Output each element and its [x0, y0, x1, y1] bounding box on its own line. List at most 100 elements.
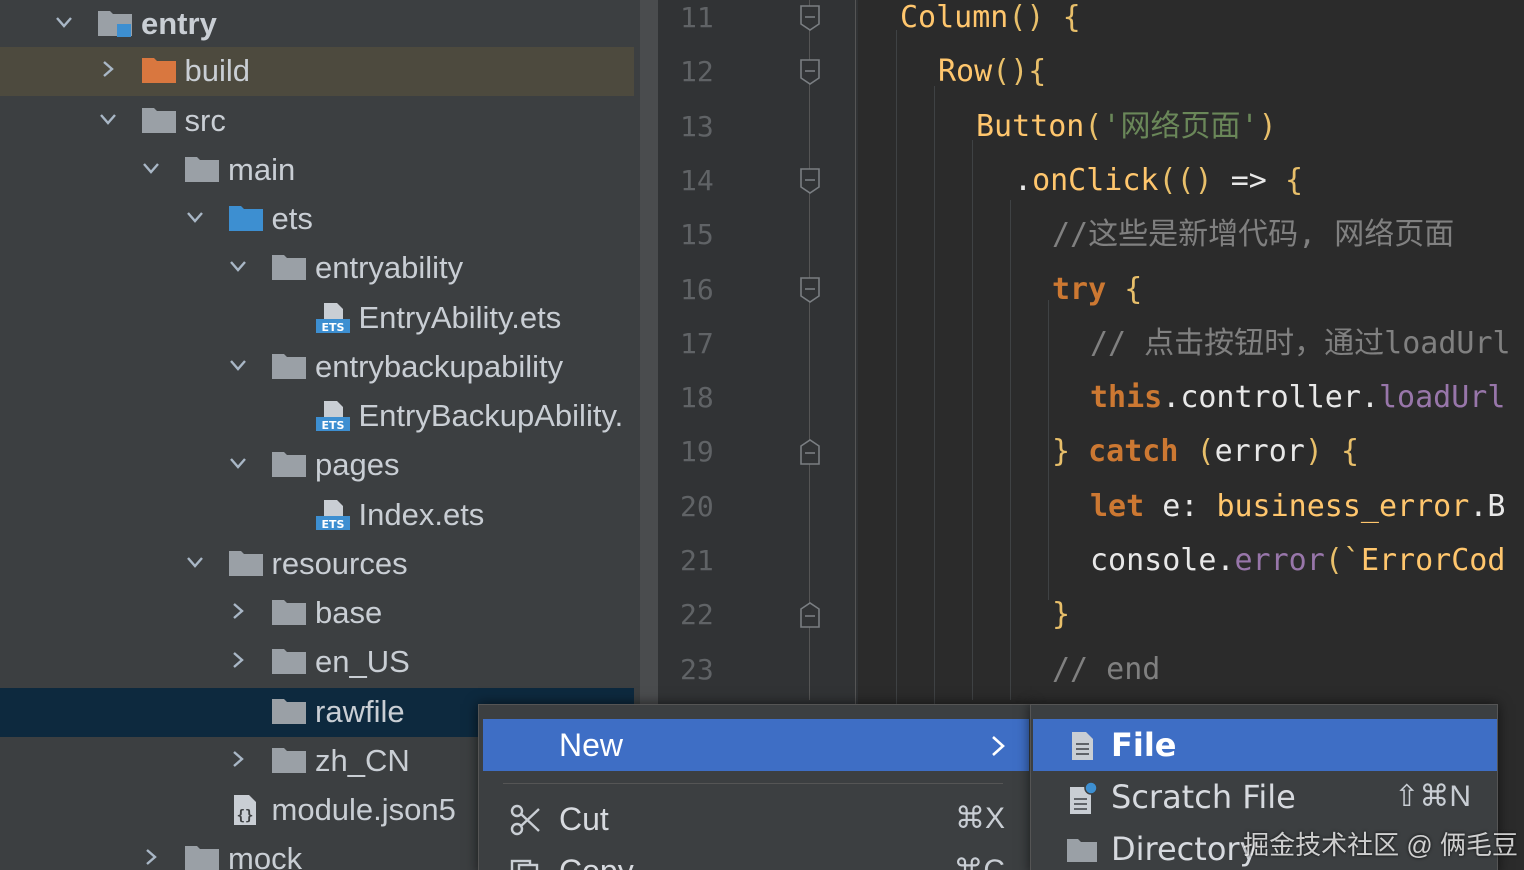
line-number: 16 — [680, 272, 714, 306]
code-token: Row — [938, 54, 993, 90]
folder-icon — [141, 105, 177, 135]
chevron-down-icon[interactable] — [181, 548, 209, 576]
indent-guide — [1010, 200, 1011, 700]
tree-item-entry[interactable]: entry — [0, 0, 634, 49]
fold-marker-icon[interactable] — [799, 4, 821, 32]
code-line: } — [1052, 597, 1070, 633]
folder-icon — [184, 843, 220, 870]
tree-item-pages[interactable]: pages — [0, 441, 634, 490]
svg-text:ETS: ETS — [321, 419, 344, 432]
code-token: . — [1216, 543, 1235, 578]
code-token: Button — [976, 108, 1085, 144]
code-line: // 点击按钮时，通过loadUrl — [1090, 326, 1511, 362]
tree-item-resources[interactable]: resources — [0, 540, 634, 589]
chevron-down-icon[interactable] — [94, 105, 122, 133]
code-token: onClick — [1032, 162, 1159, 198]
code-token: try — [1052, 271, 1125, 307]
line-number: 21 — [680, 544, 714, 577]
chevron-right-icon[interactable] — [224, 597, 252, 625]
code-token: ) — [1304, 434, 1341, 470]
code-line: // end — [1052, 652, 1160, 688]
fold-marker-icon[interactable] — [799, 58, 821, 86]
code-token: => — [1230, 162, 1285, 198]
chevron-right-icon[interactable] — [94, 55, 122, 83]
tree-item-ets[interactable]: ets — [0, 195, 634, 244]
folder-icon — [271, 351, 307, 381]
code-token: e — [1162, 488, 1181, 524]
chevron-right-icon[interactable] — [224, 646, 252, 674]
fold-marker-icon[interactable] — [799, 276, 821, 304]
code-line: Button('网络页面') — [976, 109, 1277, 145]
line-number: 12 — [680, 55, 714, 89]
tree-item-label: src — [184, 103, 226, 138]
tree-item-label: pages — [315, 447, 400, 482]
code-token: { — [1124, 271, 1143, 307]
fold-marker-icon[interactable] — [799, 601, 821, 629]
tree-item-entryability[interactable]: entryability — [0, 244, 634, 293]
menu-item-cut[interactable]: Cut ⌘X — [483, 793, 1029, 845]
tree-item-base[interactable]: base — [0, 589, 634, 638]
context-menu: New Cut ⌘X Copy ⌘C — [478, 704, 1032, 870]
code-token: { — [1284, 162, 1303, 198]
code-token: ( — [1084, 108, 1103, 144]
code-token: . — [1014, 162, 1033, 198]
tree-item-src[interactable]: src — [0, 97, 634, 146]
shortcut-label: ⇧⌘N — [1394, 780, 1471, 813]
code-token: { — [1341, 434, 1360, 470]
line-number: 23 — [680, 652, 714, 686]
line-number: 15 — [680, 218, 714, 252]
copy-icon — [509, 855, 543, 870]
folder-icon — [271, 745, 307, 775]
menu-item-copy[interactable]: Copy ⌘C — [483, 845, 1029, 870]
tree-item-label: main — [228, 152, 296, 187]
chevron-down-icon[interactable] — [224, 449, 252, 477]
code-line: let e: business_error.B — [1090, 489, 1505, 525]
fold-marker-icon[interactable] — [799, 167, 821, 195]
tree-item-label: EntryAbility.ets — [358, 300, 562, 335]
tree-item-build[interactable]: build — [0, 47, 634, 96]
submenu-item-file[interactable]: File — [1033, 719, 1497, 771]
line-number: 17 — [680, 326, 714, 360]
code-token: // end — [1052, 651, 1161, 687]
ets-file-icon: ETS — [315, 302, 351, 334]
menu-item-label: Copy — [559, 853, 634, 870]
chevron-down-icon[interactable] — [224, 252, 252, 280]
code-token: controller — [1180, 380, 1361, 416]
tree-item-label: Index.ets — [358, 497, 485, 532]
tree-item-index-ets[interactable]: ETS Index.ets — [0, 491, 634, 540]
tree-item-en-us[interactable]: en_US — [0, 638, 634, 687]
tree-item-main[interactable]: main — [0, 146, 634, 195]
folder-icon — [184, 154, 220, 184]
code-token: Column — [900, 0, 1009, 35]
chevron-down-icon[interactable] — [181, 203, 209, 231]
code-token: } — [1052, 434, 1089, 470]
submenu-item-scratch-file[interactable]: Scratch File ⇧⌘N — [1033, 771, 1497, 823]
tree-item-entryability-ets[interactable]: ETS EntryAbility.ets — [0, 294, 634, 343]
submenu-item-label: Directory — [1111, 830, 1259, 868]
chevron-down-icon[interactable] — [137, 154, 165, 182]
code-token: ( — [1196, 434, 1215, 470]
chevron-right-icon[interactable] — [224, 745, 252, 773]
chevron-down-icon[interactable] — [224, 351, 252, 379]
tree-item-label: entryability — [315, 250, 464, 285]
code-token: (() — [1158, 162, 1231, 198]
tree-item-entrybackupability[interactable]: entrybackupability — [0, 343, 634, 392]
code-token: } — [1052, 597, 1071, 633]
chevron-down-icon[interactable] — [50, 8, 78, 36]
line-number: 19 — [680, 435, 714, 469]
json5-file-icon: {} — [228, 794, 264, 825]
tree-item-label: zh_CN — [315, 743, 410, 778]
tree-item-entrybackupability[interactable]: ETS EntryBackupAbility. — [0, 392, 634, 441]
code-token: console — [1090, 543, 1217, 578]
tree-item-label: entry — [141, 6, 217, 41]
menu-item-label: Cut — [559, 801, 609, 837]
code-token: error — [1214, 434, 1305, 470]
code-token: . — [1360, 380, 1379, 416]
chevron-right-icon[interactable] — [137, 843, 165, 870]
menu-item-new[interactable]: New — [483, 719, 1029, 771]
svg-text:{}: {} — [236, 808, 253, 824]
submenu-item-label: File — [1111, 726, 1177, 764]
fold-marker-icon[interactable] — [799, 438, 821, 466]
indent-guide — [1048, 300, 1049, 600]
menu-separator — [503, 783, 1003, 784]
